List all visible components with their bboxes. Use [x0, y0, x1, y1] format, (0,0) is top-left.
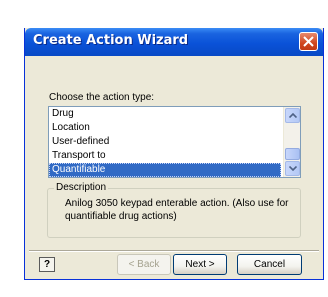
screen: Create Action Wizard Choose the action t…	[0, 0, 328, 297]
next-button[interactable]: Next >	[173, 254, 227, 275]
footer-divider	[29, 250, 319, 252]
description-text: Anilog 3050 keypad enterable action. (Al…	[65, 198, 289, 222]
help-button[interactable]: ?	[39, 257, 55, 272]
list-item-user-defined[interactable]: User-defined	[49, 135, 281, 149]
scroll-thumb[interactable]	[285, 148, 300, 160]
vertical-scrollbar[interactable]	[283, 107, 300, 177]
list-item-location[interactable]: Location	[49, 121, 281, 135]
choose-action-label: Choose the action type:	[49, 92, 155, 103]
action-type-listbox[interactable]: Drug Location User-defined Transport to …	[48, 106, 301, 178]
close-button[interactable]	[299, 32, 318, 51]
window-title: Create Action Wizard	[33, 33, 189, 48]
scroll-up-button[interactable]	[285, 108, 300, 123]
title-bar[interactable]: Create Action Wizard	[25, 28, 323, 56]
list-item-drug[interactable]: Drug	[49, 107, 281, 121]
list-item-transport-to[interactable]: Transport to	[49, 149, 281, 163]
list-item-quantifiable[interactable]: Quantifiable	[49, 163, 281, 177]
back-button[interactable]: < Back	[117, 254, 171, 275]
scroll-down-button[interactable]	[285, 161, 300, 176]
wizard-dialog: Create Action Wizard Choose the action t…	[24, 28, 324, 280]
action-type-list: Drug Location User-defined Transport to …	[49, 107, 281, 177]
chevron-down-icon	[289, 166, 297, 171]
cancel-button[interactable]: Cancel	[237, 254, 302, 275]
close-icon	[303, 36, 314, 47]
description-legend: Description	[54, 182, 109, 193]
chevron-up-icon	[289, 113, 297, 118]
description-group: Description Anilog 3050 keypad enterable…	[47, 182, 301, 238]
